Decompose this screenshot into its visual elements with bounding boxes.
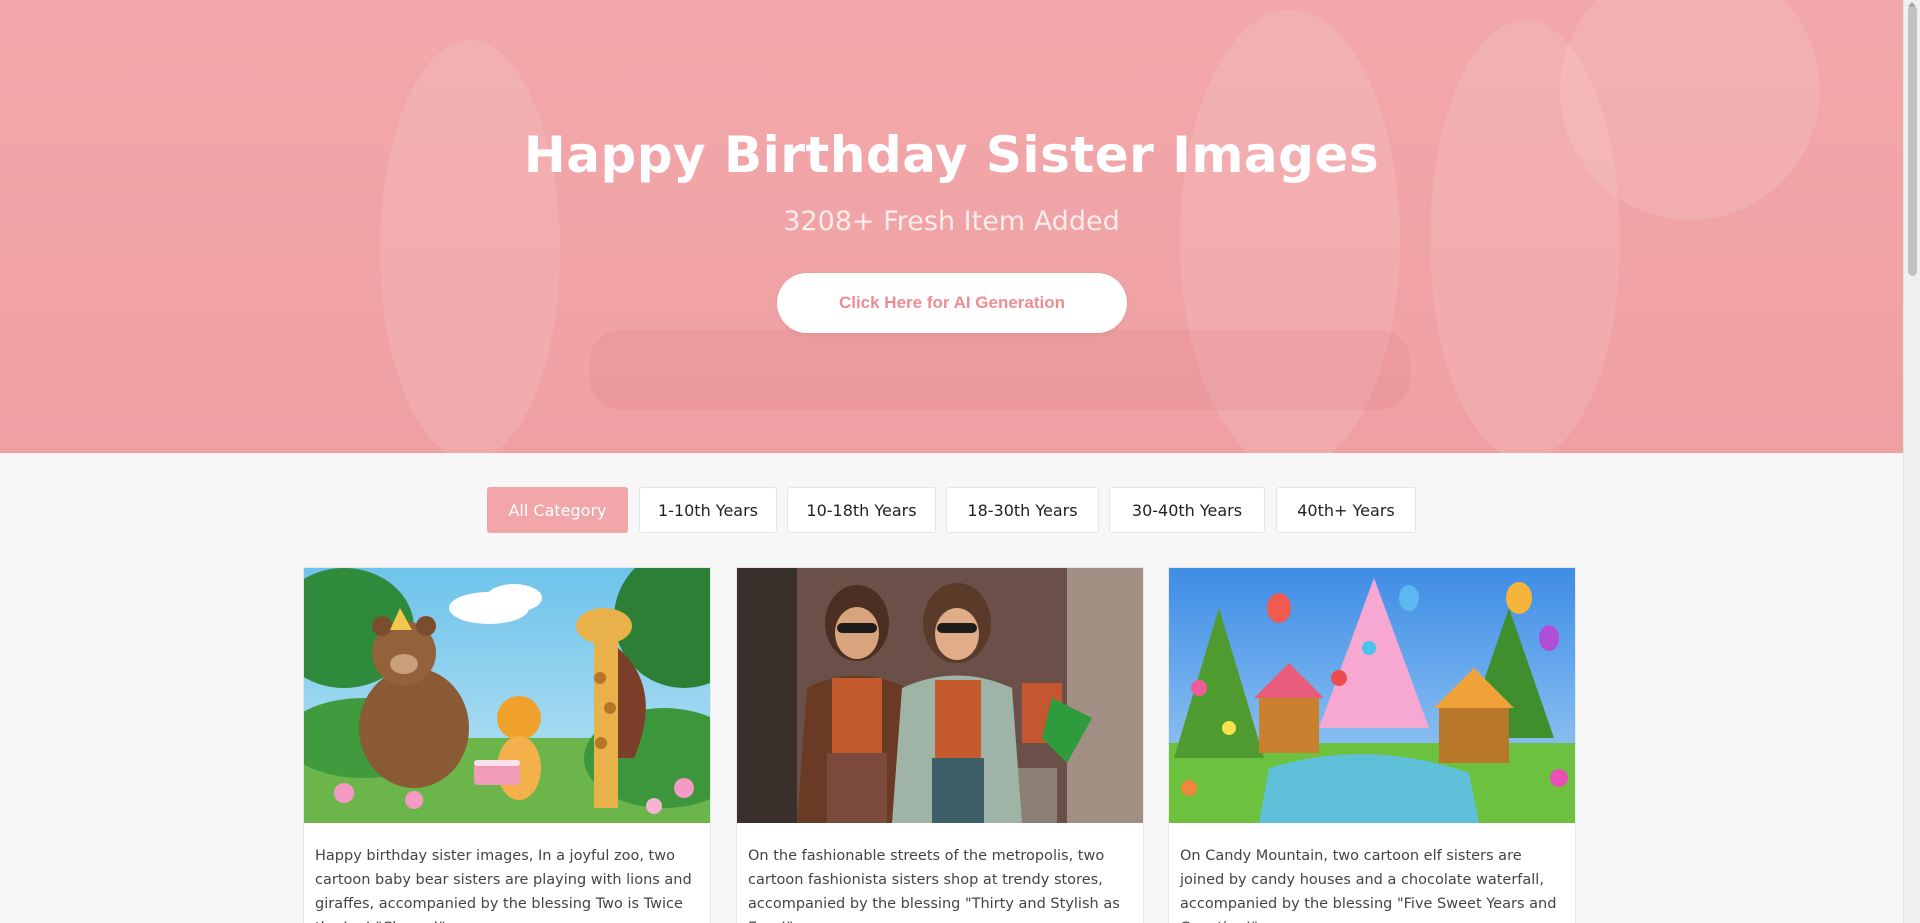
image-card[interactable]: On the fashionable streets of the metrop… [736, 567, 1144, 923]
card-description: Happy birthday sister images, In a joyfu… [315, 848, 692, 923]
sisters-shopping-photo [737, 568, 1143, 823]
vertical-scrollbar[interactable] [1903, 0, 1920, 923]
filter-1-10th-years[interactable]: 1-10th Years [639, 487, 777, 533]
image-card[interactable]: On Candy Mountain, two cartoon elf siste… [1168, 567, 1576, 923]
filter-40th-plus-years[interactable]: 40th+ Years [1276, 487, 1416, 533]
image-card[interactable]: Happy birthday sister images, In a joyfu… [303, 567, 711, 923]
filter-18-30th-years[interactable]: 18-30th Years [946, 487, 1099, 533]
hero-subtitle: 3208+ Fresh Item Added [783, 206, 1120, 237]
filter-all-category[interactable]: All Category [487, 487, 628, 533]
filter-10-18th-years[interactable]: 10-18th Years [787, 487, 936, 533]
card-image[interactable] [304, 568, 710, 823]
hero-content: Happy Birthday Sister Images 3208+ Fresh… [0, 0, 1903, 453]
card-image[interactable] [737, 568, 1143, 823]
zoo-illustration [304, 568, 710, 823]
category-filters: All Category 1-10th Years 10-18th Years … [0, 487, 1903, 533]
card-image[interactable] [1169, 568, 1575, 823]
card-description: On Candy Mountain, two cartoon elf siste… [1180, 848, 1557, 923]
ai-generation-button[interactable]: Click Here for AI Generation [777, 273, 1127, 333]
page-title: Happy Birthday Sister Images [523, 126, 1380, 184]
card-description: On the fashionable streets of the metrop… [748, 848, 1120, 923]
filter-30-40th-years[interactable]: 30-40th Years [1109, 487, 1265, 533]
candy-mountain-illustration [1169, 568, 1575, 823]
scrollbar-thumb[interactable] [1908, 6, 1917, 276]
hero-banner: Happy Birthday Sister Images 3208+ Fresh… [0, 0, 1903, 453]
page: Happy Birthday Sister Images 3208+ Fresh… [0, 0, 1903, 923]
